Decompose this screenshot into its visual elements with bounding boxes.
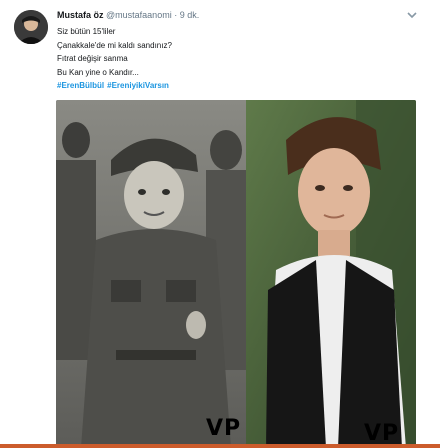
tweet-line: Bu Kan yine o Kandır...	[57, 67, 139, 77]
watermark-text: VP	[364, 421, 399, 446]
historical-photo: VP	[56, 100, 246, 448]
avatar[interactable]	[14, 10, 48, 44]
modern-photo: VP	[246, 100, 416, 448]
tweet-line: Fıtrat değişir sanma	[57, 54, 128, 64]
tweet-header: Mustafa öz @mustafaanomi · 9 dk.	[57, 10, 199, 20]
hashtag-link[interactable]: #ErenBülbül	[57, 81, 104, 90]
tweet-timestamp[interactable]: 9 dk.	[180, 10, 200, 20]
tweet-media[interactable]: VP VP	[56, 100, 416, 448]
tweet-text: Siz bütün 15'liler Çanakkale'de mi kaldı…	[57, 25, 172, 93]
avatar-image	[14, 10, 48, 44]
hashtag-link[interactable]: #EreniyikiVarsın	[107, 81, 169, 90]
tweet-line: Siz bütün 15'liler	[57, 27, 116, 36]
hashtag-row: #ErenBülbül #EreniyikiVarsın	[57, 79, 172, 93]
header-separator: ·	[174, 10, 178, 20]
bottom-accent-strip	[0, 444, 440, 448]
tweet-card: Mustafa öz @mustafaanomi · 9 dk. Siz büt…	[0, 0, 440, 448]
watermark-text: VP	[206, 416, 241, 441]
chevron-down-icon[interactable]	[406, 9, 418, 21]
author-handle[interactable]: @mustafaanomi	[106, 10, 172, 20]
author-name[interactable]: Mustafa öz	[57, 10, 104, 20]
tweet-line: Çanakkale'de mi kaldı sandınız?	[57, 40, 172, 50]
